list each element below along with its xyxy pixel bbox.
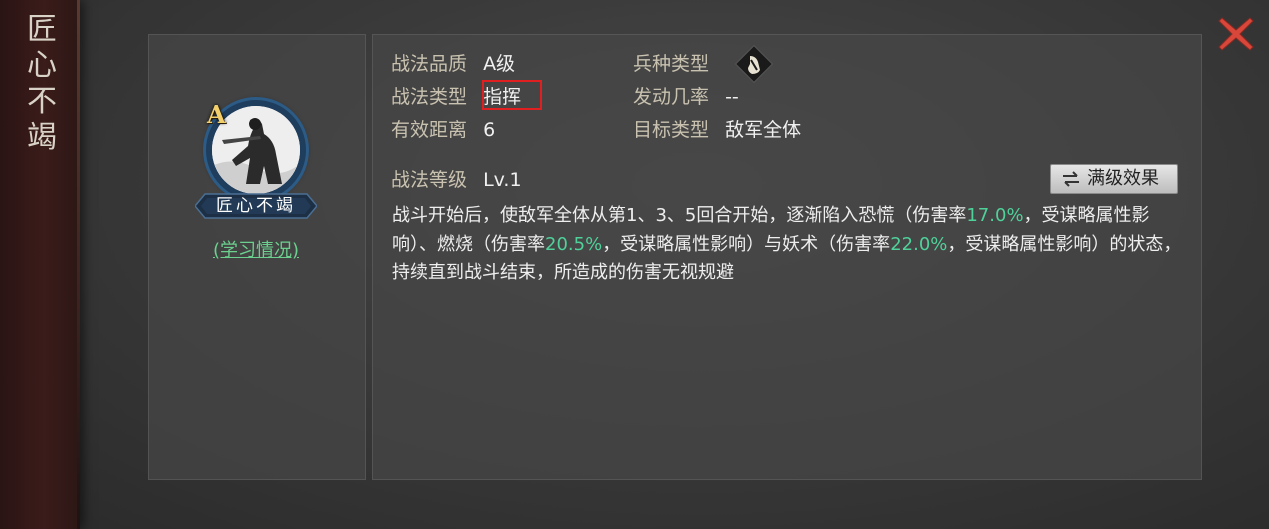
type-label: 战法类型 [391,86,468,108]
trigger-row: 发动几率 -- [633,85,739,109]
unit-type-row: 兵种类型 [633,52,709,76]
close-icon [1218,17,1254,51]
close-button[interactable] [1214,12,1258,56]
description-text-3: ，受谋略属性影响）与妖术（伤害率 [602,233,891,255]
grade-badge: A [207,100,226,129]
unit-type-label: 兵种类型 [633,53,710,75]
range-label: 有效距离 [391,119,468,141]
target-row: 目标类型 敌军全体 [633,118,801,142]
max-level-effect-button[interactable]: 满级效果 [1050,164,1178,194]
trigger-value: -- [725,86,739,108]
panic-damage-rate: 17.0% [966,205,1024,226]
trigger-label: 发动几率 [633,86,710,108]
max-level-effect-label: 满级效果 [1087,168,1159,189]
target-value: 敌军全体 [725,119,802,141]
sorcery-damage-rate: 22.0% [890,233,948,255]
burn-damage-rate: 20.5% [545,233,603,255]
description-text-1: 战斗开始后，使敌军全体从第1、3、5回合开始，逐渐陷入恐慌（伤害率 [392,205,967,226]
level-label: 战法等级 [391,169,468,191]
target-label: 目标类型 [633,119,710,141]
side-title: 匠心不竭 [27,12,57,155]
range-row: 有效距离 6 [391,118,495,142]
skill-name-plate: 匠心不竭 [195,192,317,220]
quality-label: 战法品质 [391,53,468,75]
type-value-highlight-box [482,80,542,110]
quality-value: A级 [483,53,516,75]
swap-arrows-icon [1063,171,1079,187]
range-value: 6 [483,119,496,141]
skill-description: 战斗开始后，使敌军全体从第1、3、5回合开始，逐渐陷入恐慌（伤害率17.0% ，受… [392,202,1188,288]
learn-status-link[interactable]: (学习情况) [194,236,318,262]
cavalry-shield-icon [734,44,774,84]
level-row: 战法等级 Lv.1 [391,168,522,192]
level-value: Lv.1 [483,169,522,191]
quality-row: 战法品质 A级 [391,52,515,76]
skill-name: 匠心不竭 [216,196,296,216]
side-title-banner: 匠心不竭 [0,0,80,529]
